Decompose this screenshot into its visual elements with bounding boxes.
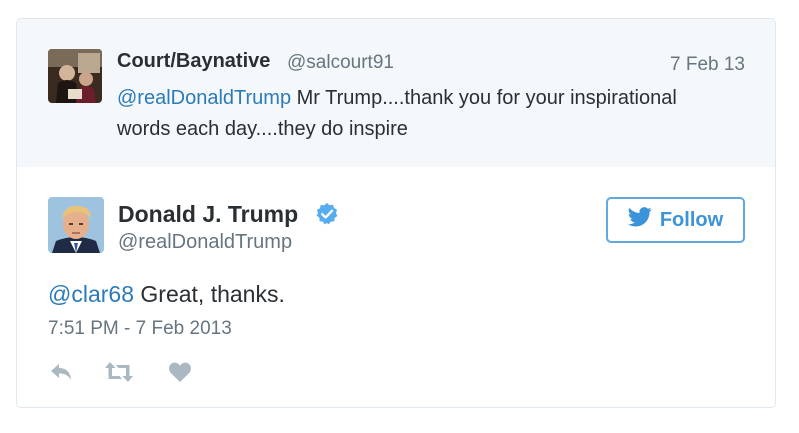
- author-handle[interactable]: @realDonaldTrump: [118, 231, 292, 254]
- follow-button[interactable]: Follow: [606, 197, 745, 243]
- tweet-timestamp[interactable]: 7:51 PM - 7 Feb 2013: [48, 318, 232, 340]
- like-heart-icon[interactable]: [168, 359, 192, 385]
- reply-context-handle[interactable]: @salcourt91: [287, 52, 394, 74]
- twitter-bird-icon: [627, 207, 652, 233]
- salcourt91-avatar[interactable]: [48, 49, 102, 103]
- reply-context-date[interactable]: 7 Feb 13: [670, 54, 745, 76]
- verified-badge-icon: [315, 202, 339, 226]
- reply-context-mention-link[interactable]: @realDonaldTrump: [117, 87, 291, 109]
- follow-button-label: Follow: [659, 208, 724, 231]
- tweet-mention-link[interactable]: @clar68: [48, 281, 134, 307]
- tweet-text: @clar68 Great, thanks.: [48, 281, 285, 308]
- in-reply-to-tweet[interactable]: Court/Baynative @salcourt91 7 Feb 13 @re…: [17, 19, 775, 167]
- reply-context-display-name[interactable]: Court/Baynative: [117, 50, 270, 73]
- reply-context-text: @realDonaldTrump Mr Trump....thank you f…: [117, 83, 727, 145]
- author-display-name[interactable]: Donald J. Trump: [118, 201, 298, 228]
- retweet-icon[interactable]: [104, 359, 134, 385]
- embedded-tweet-card: Court/Baynative @salcourt91 7 Feb 13 @re…: [16, 18, 776, 408]
- reply-icon[interactable]: [50, 359, 74, 385]
- tweet-body: Great, thanks.: [134, 281, 285, 307]
- realdonaldtrump-avatar[interactable]: [48, 197, 104, 253]
